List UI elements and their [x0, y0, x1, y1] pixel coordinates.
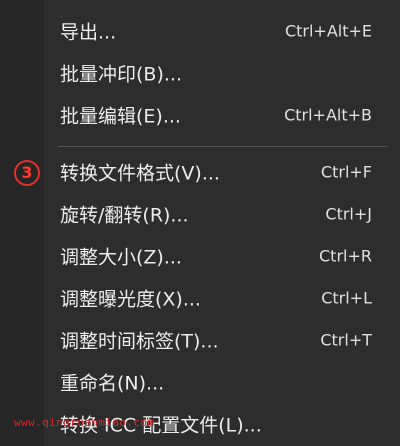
menu-item-label: 转换文件格式(V)... — [60, 162, 220, 185]
menu-item-label: 批量冲印(B)... — [60, 63, 182, 86]
menu-item-label: 调整大小(Z)... — [60, 246, 182, 269]
menu-item-export[interactable]: 导出... Ctrl+Alt+E — [44, 10, 400, 52]
menu-item-shortcut: Ctrl+Alt+E — [284, 21, 372, 41]
context-menu: 导出... Ctrl+Alt+E 批量冲印(B)... 批量编辑(E)... C… — [0, 0, 400, 446]
menu-item-label: 调整时间标签(T)... — [60, 330, 219, 353]
menu-item-label: 旋转/翻转(R)... — [60, 204, 189, 227]
menu-item-convert-format[interactable]: 转换文件格式(V)... Ctrl+F — [44, 151, 400, 193]
menu-item-adjust-timestamp[interactable]: 调整时间标签(T)... Ctrl+T — [44, 319, 400, 361]
menu-item-batch-edit[interactable]: 批量编辑(E)... Ctrl+Alt+B — [44, 94, 400, 136]
menu-item-label: 导出... — [60, 21, 117, 44]
menu-item-shortcut: Ctrl+Alt+B — [284, 105, 372, 125]
menu-item-adjust-exposure[interactable]: 调整曝光度(X)... Ctrl+L — [44, 277, 400, 319]
menu-item-shortcut: Ctrl+L — [321, 288, 372, 308]
menu-item-rename[interactable]: 重命名(N)... — [44, 361, 400, 403]
menu-separator — [58, 146, 388, 147]
menu-item-shortcut: Ctrl+T — [320, 330, 372, 350]
menu-item-shortcut: Ctrl+F — [320, 162, 372, 182]
menu-item-batch-print[interactable]: 批量冲印(B)... — [44, 52, 400, 94]
menu-item-label: 批量编辑(E)... — [60, 105, 181, 128]
site-watermark: www.qingruanmiao.com — [14, 416, 155, 429]
menu-item-label: 重命名(N)... — [60, 372, 165, 395]
menu-item-resize[interactable]: 调整大小(Z)... Ctrl+R — [44, 235, 400, 277]
menu-item-rotate-flip[interactable]: 旋转/翻转(R)... Ctrl+J — [44, 193, 400, 235]
menu-item-shortcut: Ctrl+R — [319, 246, 372, 266]
step-number-badge: 3 — [14, 160, 40, 186]
menu-item-shortcut: Ctrl+J — [325, 204, 372, 224]
menu-item-label: 调整曝光度(X)... — [60, 288, 201, 311]
menu-icon-gutter — [0, 0, 44, 446]
